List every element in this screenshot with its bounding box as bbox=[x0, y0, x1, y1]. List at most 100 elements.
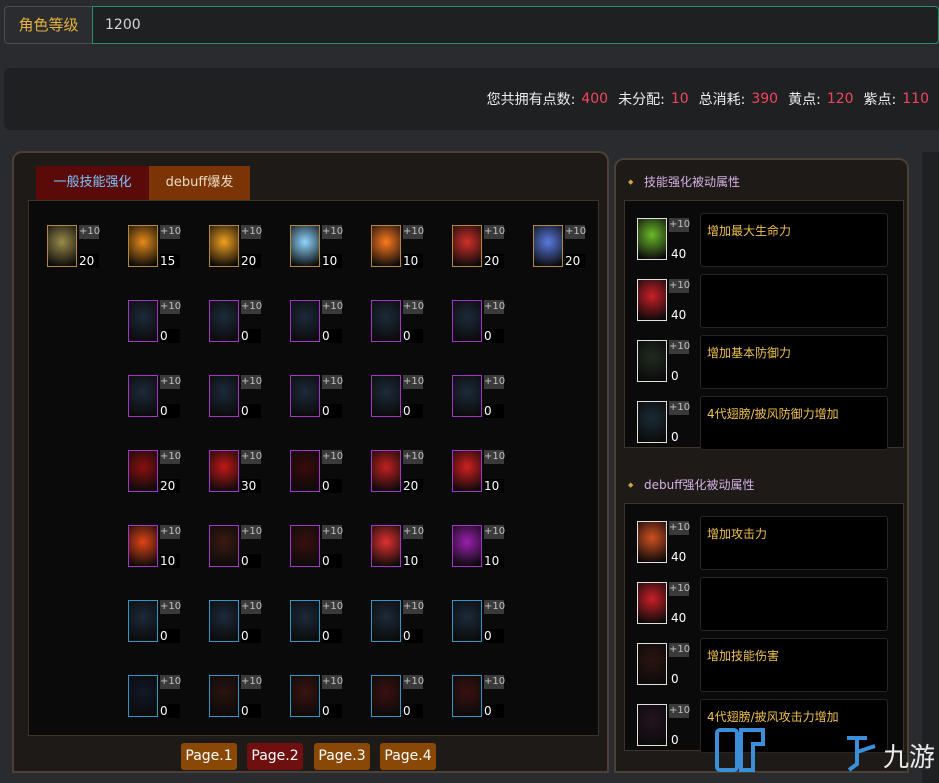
skill-icon[interactable] bbox=[371, 675, 401, 717]
skill-cell[interactable]: +10 0 bbox=[371, 600, 431, 648]
skill-bonus[interactable]: +10 bbox=[241, 300, 262, 314]
skill-icon[interactable] bbox=[371, 600, 401, 642]
skill-bonus[interactable]: +10 bbox=[241, 525, 262, 539]
skill-icon[interactable] bbox=[290, 225, 320, 267]
skill-cell[interactable]: +10 20 bbox=[533, 225, 593, 273]
passive-bonus[interactable]: +10 bbox=[669, 218, 690, 232]
skill-icon[interactable] bbox=[128, 675, 158, 717]
skill-bonus[interactable]: +10 bbox=[403, 600, 424, 614]
skill-cell[interactable]: +10 0 bbox=[452, 375, 512, 423]
skill-bonus[interactable]: +10 bbox=[322, 375, 343, 389]
skill-cell[interactable]: +10 30 bbox=[209, 450, 269, 498]
passive-icon[interactable] bbox=[637, 401, 667, 443]
skill-bonus[interactable]: +10 bbox=[403, 375, 424, 389]
skill-bonus[interactable]: +10 bbox=[322, 525, 343, 539]
skill-cell[interactable]: +10 20 bbox=[128, 450, 188, 498]
skill-icon[interactable] bbox=[209, 225, 239, 267]
skill-cell[interactable]: +10 10 bbox=[128, 525, 188, 573]
skill-icon[interactable] bbox=[290, 300, 320, 342]
skill-cell[interactable]: +10 0 bbox=[128, 300, 188, 348]
skill-bonus[interactable]: +10 bbox=[160, 675, 181, 689]
skill-cell[interactable]: +10 0 bbox=[209, 600, 269, 648]
skill-icon[interactable] bbox=[128, 450, 158, 492]
skill-bonus[interactable]: +10 bbox=[160, 525, 181, 539]
skill-bonus[interactable]: +10 bbox=[241, 600, 262, 614]
skill-cell[interactable]: +10 0 bbox=[290, 600, 350, 648]
skill-cell[interactable]: +10 0 bbox=[209, 675, 269, 723]
passive-icon[interactable] bbox=[637, 340, 667, 382]
skill-bonus[interactable]: +10 bbox=[403, 525, 424, 539]
skill-bonus[interactable]: +10 bbox=[484, 450, 505, 464]
skill-bonus[interactable]: +10 bbox=[403, 225, 424, 239]
skill-cell[interactable]: +10 0 bbox=[290, 450, 350, 498]
page-3-button[interactable]: Page.3 bbox=[314, 743, 370, 770]
skill-icon[interactable] bbox=[209, 600, 239, 642]
skill-cell[interactable]: +10 10 bbox=[371, 525, 431, 573]
skill-cell[interactable]: +10 0 bbox=[452, 675, 512, 723]
skill-icon[interactable] bbox=[128, 300, 158, 342]
skill-icon[interactable] bbox=[47, 225, 77, 267]
passive-bonus[interactable]: +10 bbox=[669, 582, 690, 596]
skill-bonus[interactable]: +10 bbox=[565, 225, 586, 239]
skill-bonus[interactable]: +10 bbox=[160, 225, 181, 239]
level-input[interactable] bbox=[92, 6, 939, 44]
passive-bonus[interactable]: +10 bbox=[669, 521, 690, 535]
skill-icon[interactable] bbox=[209, 450, 239, 492]
skill-cell[interactable]: +10 0 bbox=[128, 600, 188, 648]
skill-icon[interactable] bbox=[209, 675, 239, 717]
skill-icon[interactable] bbox=[371, 450, 401, 492]
skill-icon[interactable] bbox=[209, 300, 239, 342]
skill-cell[interactable]: +10 0 bbox=[209, 300, 269, 348]
skill-bonus[interactable]: +10 bbox=[160, 600, 181, 614]
skill-cell[interactable]: +10 10 bbox=[452, 450, 512, 498]
skill-cell[interactable]: +10 0 bbox=[209, 375, 269, 423]
skill-bonus[interactable]: +10 bbox=[484, 675, 505, 689]
skill-bonus[interactable]: +10 bbox=[403, 450, 424, 464]
passive-bonus[interactable]: +10 bbox=[669, 401, 690, 415]
skill-bonus[interactable]: +10 bbox=[160, 375, 181, 389]
skill-icon[interactable] bbox=[128, 375, 158, 417]
skill-cell[interactable]: +10 0 bbox=[128, 675, 188, 723]
skill-bonus[interactable]: +10 bbox=[484, 525, 505, 539]
skill-cell[interactable]: +10 0 bbox=[371, 675, 431, 723]
skill-cell[interactable]: +10 0 bbox=[371, 300, 431, 348]
skill-cell[interactable]: +10 10 bbox=[371, 225, 431, 273]
passive-bonus[interactable]: +10 bbox=[669, 704, 690, 718]
skill-bonus[interactable]: +10 bbox=[484, 300, 505, 314]
skill-icon[interactable] bbox=[452, 300, 482, 342]
skill-icon[interactable] bbox=[452, 600, 482, 642]
passive-icon[interactable] bbox=[637, 218, 667, 260]
passive-bonus[interactable]: +10 bbox=[669, 340, 690, 354]
skill-icon[interactable] bbox=[290, 600, 320, 642]
skill-icon[interactable] bbox=[128, 600, 158, 642]
skill-bonus[interactable]: +10 bbox=[403, 300, 424, 314]
passive-icon[interactable] bbox=[637, 643, 667, 685]
skill-bonus[interactable]: +10 bbox=[241, 450, 262, 464]
skill-icon[interactable] bbox=[371, 375, 401, 417]
skill-icon[interactable] bbox=[290, 675, 320, 717]
skill-icon[interactable] bbox=[290, 525, 320, 567]
skill-bonus[interactable]: +10 bbox=[160, 300, 181, 314]
tab-debuff-burst[interactable]: debuff爆发 bbox=[149, 166, 250, 200]
skill-icon[interactable] bbox=[128, 225, 158, 267]
skill-cell[interactable]: +10 0 bbox=[290, 375, 350, 423]
passive-icon[interactable] bbox=[637, 704, 667, 746]
skill-cell[interactable]: +10 10 bbox=[452, 525, 512, 573]
passive-bonus[interactable]: +10 bbox=[669, 279, 690, 293]
skill-icon[interactable] bbox=[371, 225, 401, 267]
passive-bonus[interactable]: +10 bbox=[669, 643, 690, 657]
skill-cell[interactable]: +10 10 bbox=[290, 225, 350, 273]
skill-bonus[interactable]: +10 bbox=[484, 225, 505, 239]
passive-icon[interactable] bbox=[637, 521, 667, 563]
skill-bonus[interactable]: +10 bbox=[484, 600, 505, 614]
skill-cell[interactable]: +10 15 bbox=[128, 225, 188, 273]
skill-bonus[interactable]: +10 bbox=[79, 225, 100, 239]
skill-icon[interactable] bbox=[452, 675, 482, 717]
skill-bonus[interactable]: +10 bbox=[241, 375, 262, 389]
skill-cell[interactable]: +10 0 bbox=[290, 675, 350, 723]
skill-cell[interactable]: +10 0 bbox=[128, 375, 188, 423]
skill-icon[interactable] bbox=[452, 225, 482, 267]
passive-icon[interactable] bbox=[637, 279, 667, 321]
page-1-button[interactable]: Page.1 bbox=[181, 743, 237, 770]
skill-cell[interactable]: +10 0 bbox=[452, 600, 512, 648]
